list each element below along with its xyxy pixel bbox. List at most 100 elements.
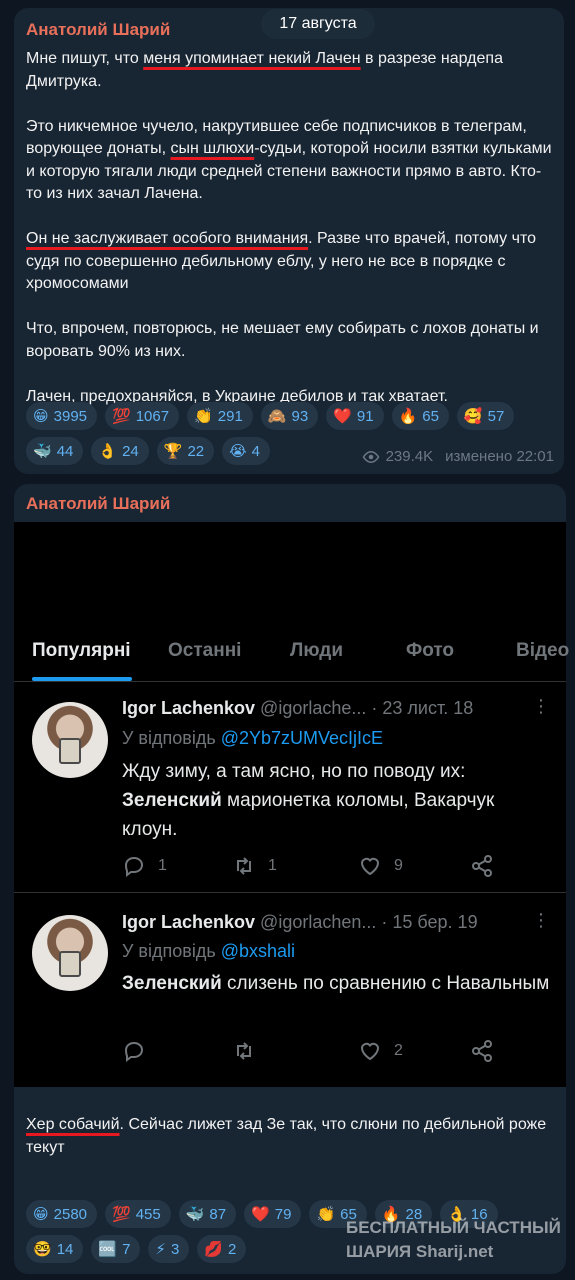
reaction-emoji-icon: ❤️ — [251, 1205, 270, 1223]
avatar — [32, 915, 108, 991]
like-count: 2 — [394, 1042, 403, 1059]
message-paragraph: Это никчемное чучело, накрутившее себе п… — [26, 116, 556, 206]
reaction-chip[interactable]: 🏆 22 — [156, 437, 215, 465]
reaction-chip[interactable]: 💯 455 — [105, 1200, 171, 1228]
like-action: 2 — [358, 1039, 403, 1063]
tweet-body: Зеленский слизень по сравнению с Навальн… — [122, 969, 552, 998]
text-segment: Что, впрочем, повторюсь, не мешает ему с… — [26, 320, 539, 360]
reaction-chip[interactable]: ❤️ 91 — [326, 402, 384, 430]
tweet-date: · 23 лист. 18 — [371, 698, 474, 718]
reply-handle: @bxshali — [220, 941, 296, 961]
reaction-emoji-icon: ❤️ — [333, 407, 352, 425]
reaction-chip[interactable]: 🔥 65 — [391, 402, 449, 430]
reaction-emoji-icon: 🙈 — [267, 407, 287, 425]
like-action: 9 — [358, 854, 403, 878]
reaction-chip[interactable]: 💋 2 — [197, 1235, 247, 1263]
reaction-emoji-icon: 🥰 — [463, 407, 483, 425]
retweet-action: 1 — [232, 854, 277, 878]
watermark-line1: БЕСПЛАТНЫЙ ЧАСТНЫЙ — [346, 1218, 561, 1237]
reaction-emoji-icon: 😁 — [33, 1205, 49, 1223]
avatar — [32, 702, 108, 778]
reaction-chip[interactable]: ❤️ 79 — [244, 1200, 302, 1228]
message-paragraph: Он не заслуживает особого внимания. Разв… — [26, 228, 556, 296]
tweet-reply-to: У відповідь @bxshali — [122, 941, 295, 962]
tweet-header: Igor Lachenkov @igorlachen... · 15 бер. … — [122, 912, 478, 933]
message-bubble-2[interactable]: Анатолий Шарий Популярні Останні Люди Фо… — [14, 484, 569, 1274]
reply-count: 1 — [158, 857, 167, 874]
reaction-chip[interactable]: 💯 1067 — [105, 402, 180, 430]
reaction-chip[interactable]: 🐳 87 — [178, 1200, 237, 1228]
active-tab-indicator — [32, 677, 132, 681]
tweet-author-name: Igor Lachenkov — [122, 698, 256, 718]
embedded-screenshot[interactable]: Популярні Останні Люди Фото Відео Igor L… — [14, 522, 569, 1087]
views-eye-icon — [362, 450, 379, 463]
retweet-icon — [237, 1042, 251, 1060]
message-author[interactable]: Анатолий Шарий — [26, 20, 170, 40]
tab-latest: Останні — [168, 640, 242, 661]
text-segment: Мне пишут, что — [26, 50, 144, 67]
reaction-count: 14 — [56, 1240, 74, 1258]
reaction-count: 22 — [187, 442, 205, 460]
reaction-chip[interactable]: 🥰 57 — [456, 402, 515, 430]
caption-underlined: Хер собачий — [26, 1116, 120, 1133]
reaction-emoji-icon: 👏 — [316, 1205, 336, 1223]
message-author[interactable]: Анатолий Шарий — [26, 494, 170, 514]
underlined-text: меня упоминает некий Лачен — [143, 50, 361, 67]
tweet-divider — [14, 892, 566, 893]
share-icon — [472, 855, 492, 877]
reaction-emoji-icon: 🏆 — [163, 442, 183, 460]
underlined-text: сын шлюхи — [170, 140, 255, 157]
tweet-actions: 2 — [122, 1039, 552, 1063]
underlined-text: Он не заслуживает особого внимания — [26, 230, 309, 247]
watermark: БЕСПЛАТНЫЙ ЧАСТНЫЙ ШАРИЯ Sharij.net — [346, 1216, 561, 1264]
reaction-count: 2580 — [53, 1205, 88, 1223]
reply-action — [122, 1039, 158, 1063]
tweet-body-post: слизень по сравнению с Навальным — [221, 973, 550, 994]
reaction-emoji-icon: 💋 — [204, 1240, 223, 1258]
reaction-chip[interactable]: 👏 291 — [187, 402, 253, 430]
edited-time: изменено 22:01 — [445, 448, 554, 465]
reaction-chip[interactable]: 😭 4 — [222, 437, 270, 465]
reaction-chip[interactable]: ⚡ 3 — [148, 1235, 190, 1263]
heart-icon — [360, 1042, 380, 1061]
tweet-author-name: Igor Lachenkov — [122, 912, 256, 932]
reaction-count: 44 — [56, 442, 74, 460]
reaction-chip[interactable]: 🤓 14 — [26, 1235, 84, 1263]
reaction-count: 3 — [170, 1240, 180, 1258]
tweet-author-handle: @igorlachen... — [260, 912, 377, 932]
reply-icon — [124, 1041, 144, 1062]
reaction-count: 57 — [487, 407, 505, 425]
retweet-action — [232, 1039, 268, 1063]
message-meta: 239.4K изменено 22:01 — [362, 448, 554, 465]
heart-icon — [360, 857, 380, 876]
reaction-emoji-icon: 💯 — [112, 1205, 131, 1223]
reaction-chip[interactable]: 🆒 7 — [91, 1235, 141, 1263]
reaction-chip[interactable]: 🐳 44 — [26, 437, 84, 465]
reaction-chip[interactable]: 🙈 93 — [260, 402, 319, 430]
reply-action: 1 — [122, 854, 167, 878]
message-bubble-1[interactable]: Анатолий Шарий Мне пишут, что меня упоми… — [14, 8, 564, 474]
reaction-chip[interactable]: 😁 3995 — [26, 402, 98, 430]
reaction-chip[interactable]: 👌 24 — [91, 437, 149, 465]
reaction-count: 93 — [291, 407, 309, 425]
tweet-body-pre: Жду зиму, а там ясно, но по поводу их: — [122, 761, 466, 782]
tweet-header: Igor Lachenkov @igorlache... · 23 лист. … — [122, 698, 473, 719]
tweet-reply-to: У відповідь @2Yb7zUMVecIjIcE — [122, 728, 383, 749]
tweet-actions: 1 1 9 — [122, 854, 552, 878]
share-icon — [472, 1040, 492, 1062]
reaction-emoji-icon: 🤓 — [33, 1240, 52, 1258]
reaction-chip[interactable]: 😁 2580 — [26, 1200, 98, 1228]
reply-icon — [124, 856, 144, 877]
reaction-emoji-icon: 👌 — [98, 442, 118, 460]
reply-handle: @2Yb7zUMVecIjIcE — [220, 728, 384, 748]
tab-photo: Фото — [406, 640, 455, 661]
reaction-count: 24 — [122, 442, 139, 460]
tweet-date: · 15 бер. 19 — [381, 912, 478, 932]
reaction-emoji-icon: 🆒 — [98, 1240, 118, 1258]
share-action — [470, 854, 506, 878]
reaction-emoji-icon: 🐳 — [185, 1205, 205, 1223]
share-action — [470, 1039, 506, 1063]
reaction-count: 91 — [356, 407, 374, 425]
date-separator: 17 августа — [261, 9, 375, 39]
reaction-count: 65 — [422, 407, 439, 425]
